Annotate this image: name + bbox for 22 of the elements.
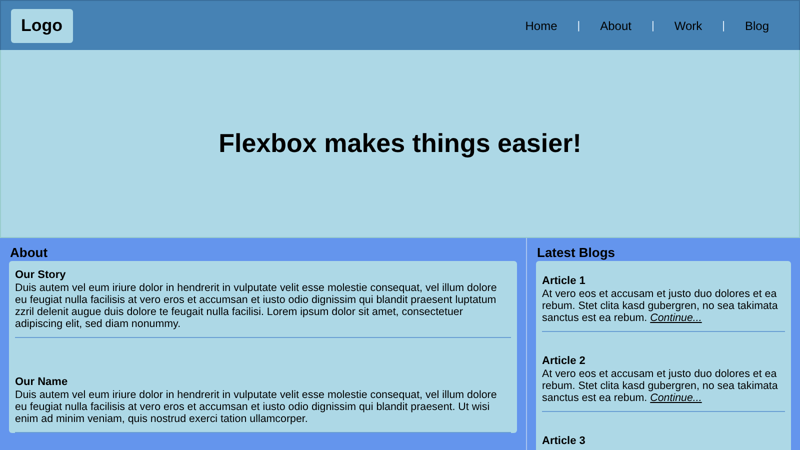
logo[interactable]: Logo [11,8,73,42]
continue-link[interactable]: Continue... [650,392,702,404]
item-title: Article 1 [542,275,586,287]
nav-separator: | [577,20,580,32]
nav-separator: | [651,20,654,32]
item-text: At vero eos et accusam et justo duo dolores et ea rebum. Stet clita kasd gubergren, no sea takimata sanctus est ea rebum. Continue... [542,288,779,324]
nav-link[interactable]: Home [505,18,578,32]
item-text: Duis autem vel eum iriure dolor in hendrerit in vulputate velit esse molestie consequat, vel illum dolore eu feugiat nulla facilisis at vero eros et accumsan et iusto odio dignissim qui blandit praesent luptatum zzril delenit augue duis dolore te feugait nulla facilisi. Lorem ipsum dolor sit amet, consectetuer adipiscing elit, sed diam nonummy. [15,282,498,330]
item-title: Our Name [15,376,69,388]
nav-link[interactable]: About [580,18,652,32]
item-text: Duis autem vel eum iriure dolor in hendrerit in vulputate velit esse molestie consequat, vel illum dolore eu feugiat nulla facilisis at vero eros et accumsan et iusto odio dignissim qui blandit praesent. Ut wisi enim ad minim veniam, quis nostrud exerci tation ullamcorper. [15,389,498,425]
nav-link[interactable]: Blog [724,18,789,32]
item-text: At vero eos et accusam et justo duo dolores et ea rebum. Stet clita kasd gubergren, no sea takimata sanctus est ea rebum. Continue... [542,368,779,404]
continue-link[interactable]: Continue... [650,312,702,324]
section-heading: About [10,245,49,260]
nav-separator: | [722,20,725,32]
section-heading: Latest Blogs [537,245,616,260]
hero-title: Flexbox makes things easier! [218,128,582,159]
item-title: Our Story [15,269,67,281]
item-title: Article 2 [542,355,586,367]
item-title: Article 3 [542,435,586,447]
nav-link[interactable]: Work [654,18,722,32]
